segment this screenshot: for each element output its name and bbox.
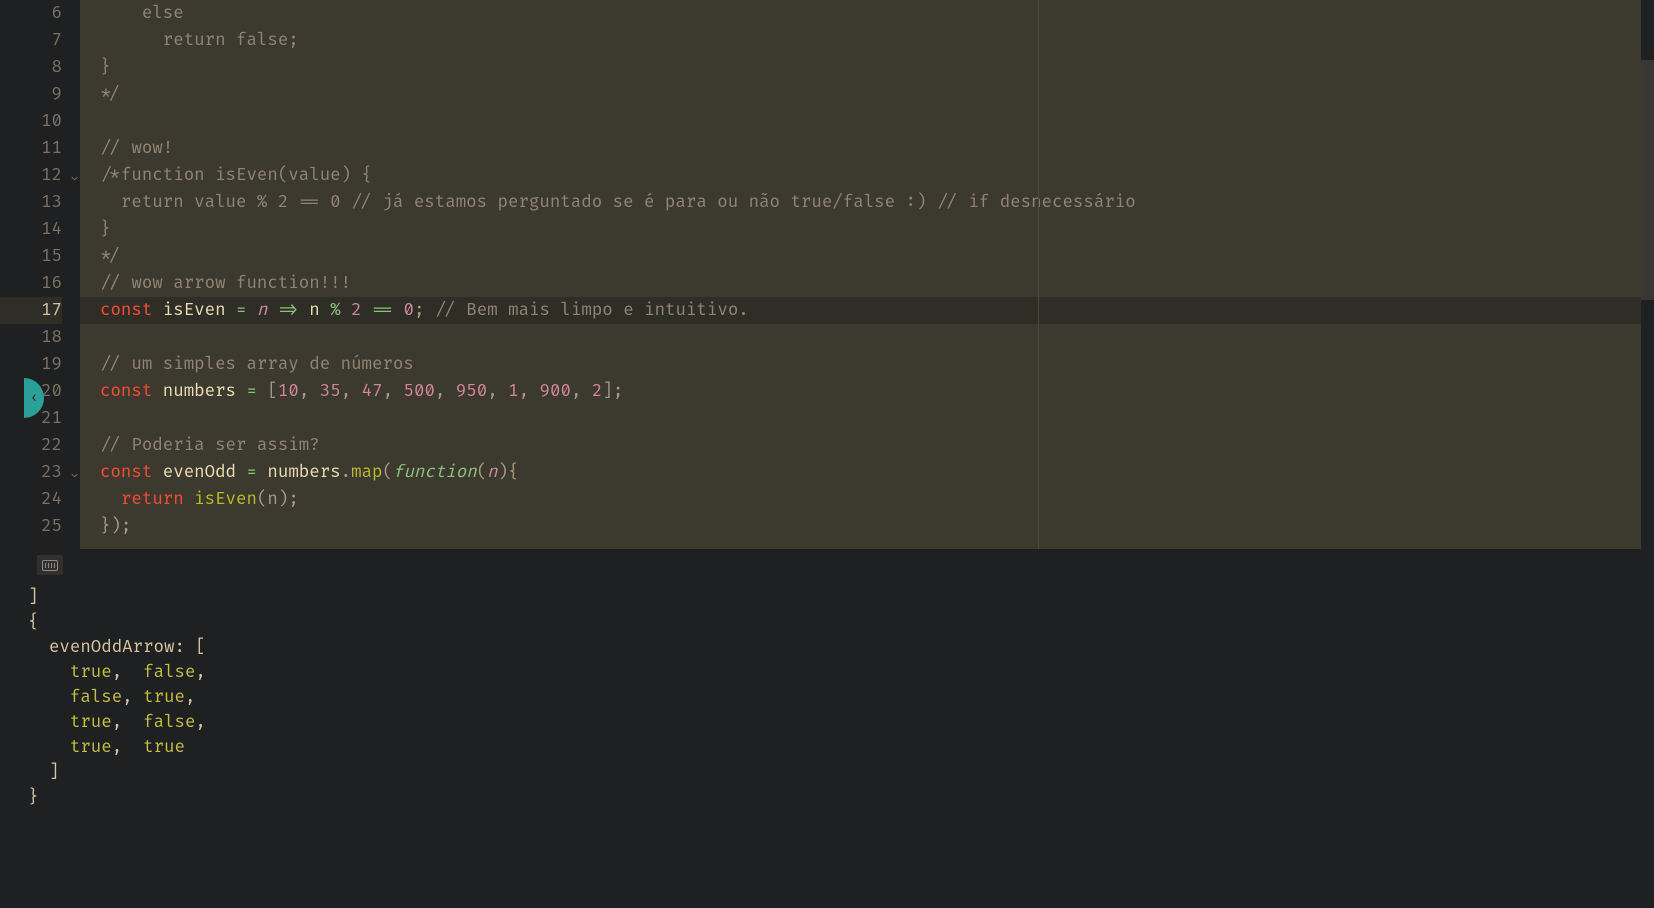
line-number: 18	[0, 324, 62, 351]
code-line[interactable]: */	[100, 81, 1654, 108]
column-ruler	[1038, 0, 1039, 549]
line-number: 24	[0, 486, 62, 513]
code-line[interactable]: const numbers = [10, 35, 47, 500, 950, 1…	[100, 378, 1654, 405]
code-line[interactable]: /*function isEven(value) {	[100, 162, 1654, 189]
fold-chevron-icon[interactable]: ⌄	[71, 168, 78, 195]
scrollbar-thumb[interactable]	[1641, 60, 1654, 300]
code-area[interactable]: else return false;}*/// wow!/*function i…	[80, 0, 1654, 549]
console-output: ] { evenOddArrow: [ true, false, false, …	[28, 585, 1646, 810]
line-number: 14	[0, 216, 62, 243]
fold-chevron-icon[interactable]: ⌄	[71, 465, 78, 492]
console-panel[interactable]: ] { evenOddArrow: [ true, false, false, …	[0, 549, 1654, 818]
chevron-left-icon: ‹	[30, 390, 39, 407]
line-number: 7	[0, 27, 62, 54]
code-line[interactable]	[100, 108, 1654, 135]
line-number: 23⌄	[0, 459, 62, 486]
vertical-scrollbar[interactable]	[1641, 0, 1654, 549]
console-toolbar-button[interactable]	[37, 555, 63, 575]
code-line[interactable]: else	[100, 0, 1654, 27]
code-line[interactable]: const evenOdd = numbers.map(function(n){	[100, 459, 1654, 486]
line-number: 25	[0, 513, 62, 540]
code-line[interactable]: const isEven = n => n % 2 == 0; // Bem m…	[80, 297, 1654, 324]
code-line[interactable]: */	[100, 243, 1654, 270]
line-number: 17	[0, 297, 62, 324]
code-line[interactable]: // wow arrow function!!!	[100, 270, 1654, 297]
line-number: 16	[0, 270, 62, 297]
code-line[interactable]: return value % 2 == 0 // já estamos perg…	[100, 189, 1654, 216]
code-line[interactable]: // wow!	[100, 135, 1654, 162]
code-line[interactable]	[100, 405, 1654, 432]
code-line[interactable]: });	[100, 513, 1654, 540]
line-number-gutter: 6789101112⌄1314151617181920212223⌄2425	[0, 0, 80, 549]
line-number: 9	[0, 81, 62, 108]
line-number: 15	[0, 243, 62, 270]
line-number: 13	[0, 189, 62, 216]
line-number: 12⌄	[0, 162, 62, 189]
code-line[interactable]: }	[100, 54, 1654, 81]
line-number: 10	[0, 108, 62, 135]
code-line[interactable]	[100, 324, 1654, 351]
line-number: 19	[0, 351, 62, 378]
code-line[interactable]: return isEven(n);	[100, 486, 1654, 513]
code-line[interactable]: }	[100, 216, 1654, 243]
line-number: 22	[0, 432, 62, 459]
keyboard-icon	[42, 560, 58, 571]
code-line[interactable]: // Poderia ser assim?	[100, 432, 1654, 459]
line-number: 11	[0, 135, 62, 162]
code-line[interactable]: // um simples array de números	[100, 351, 1654, 378]
code-line[interactable]: return false;	[100, 27, 1654, 54]
line-number: 8	[0, 54, 62, 81]
line-number: 6	[0, 0, 62, 27]
code-editor[interactable]: 6789101112⌄1314151617181920212223⌄2425 e…	[0, 0, 1654, 549]
